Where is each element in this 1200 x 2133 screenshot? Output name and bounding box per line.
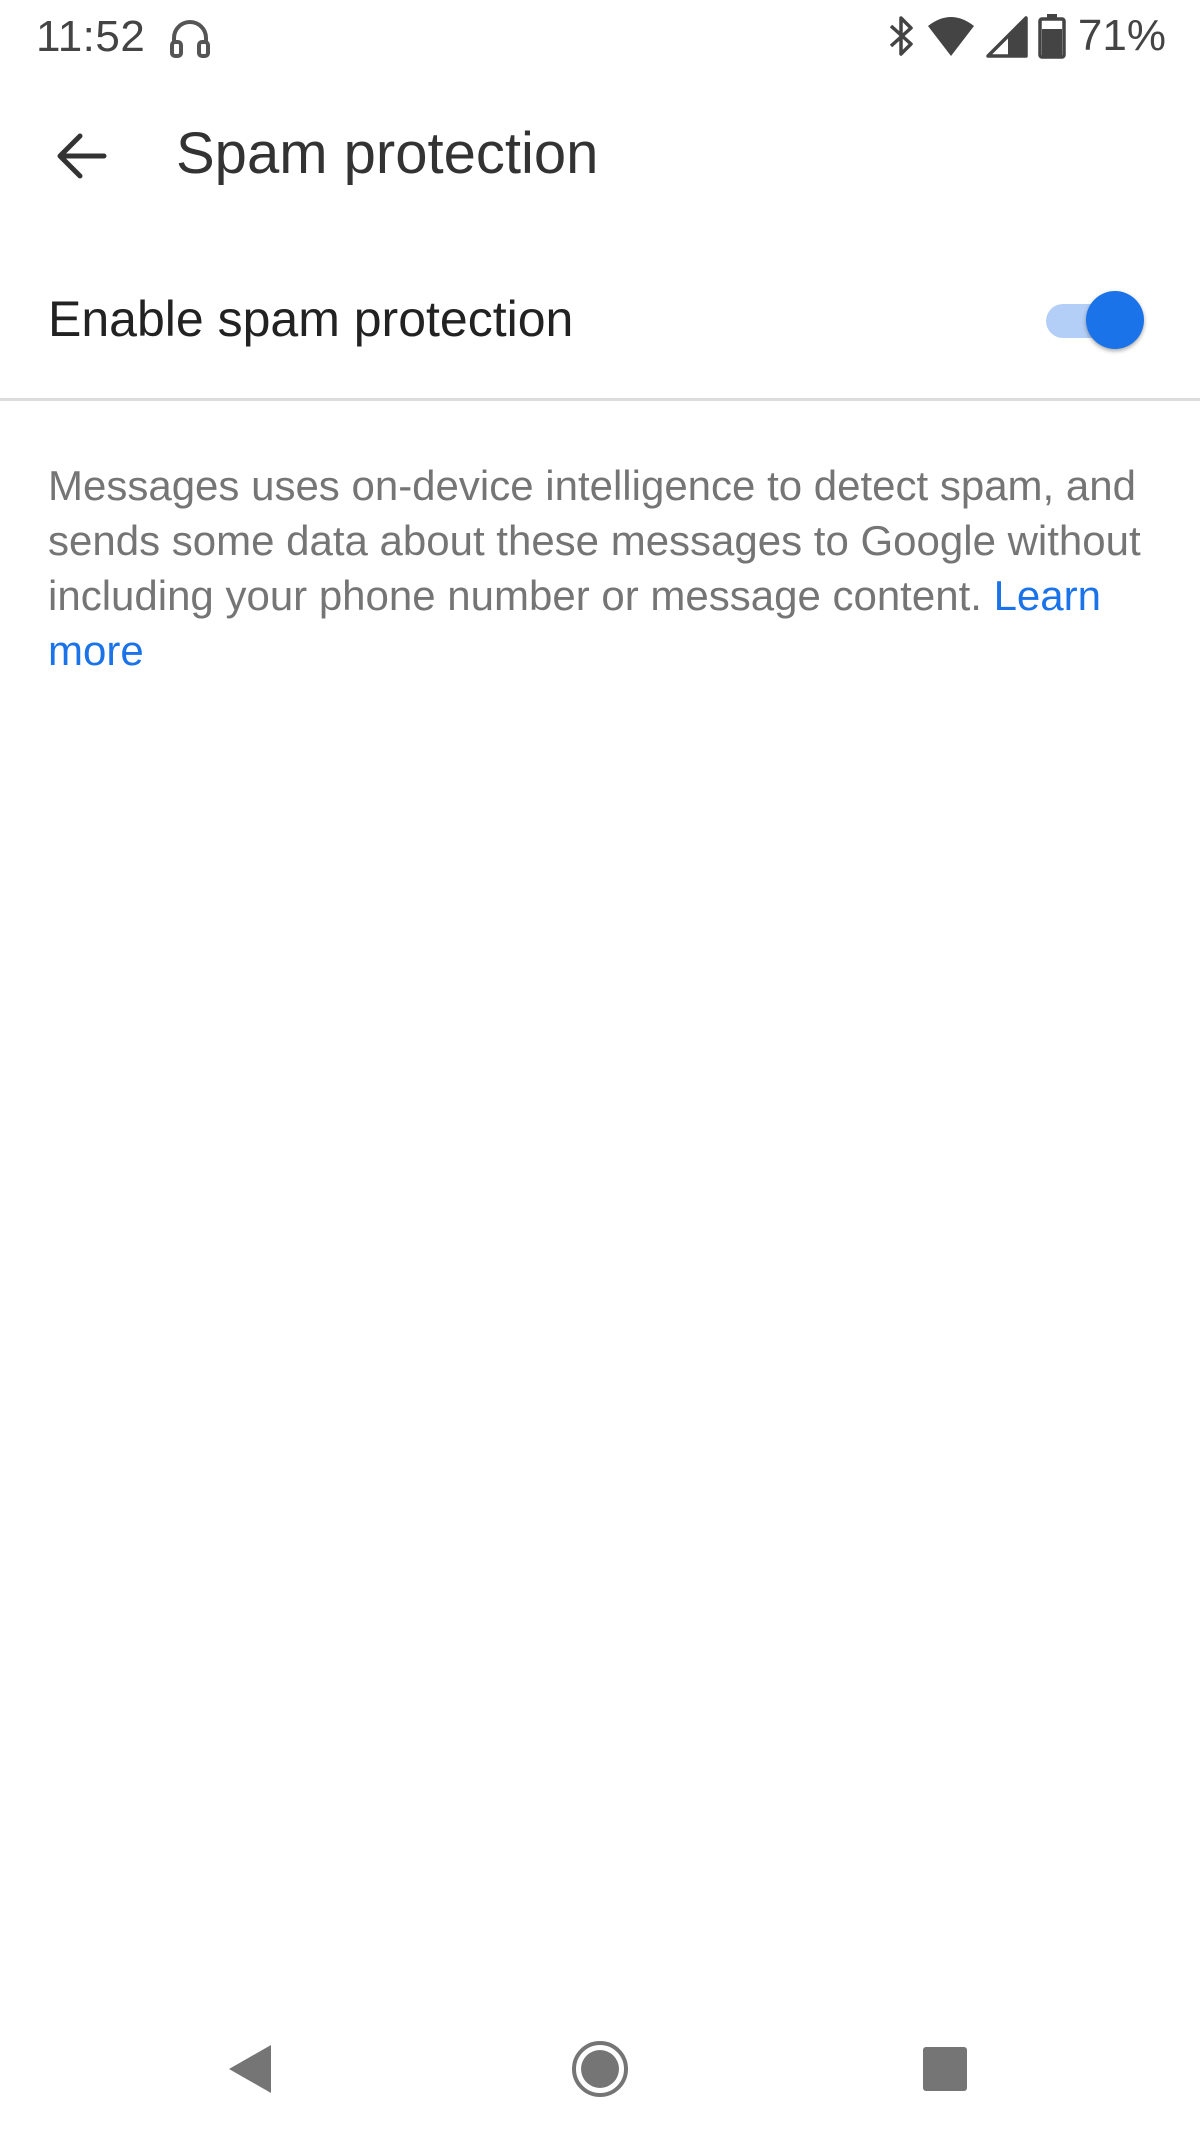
description-text: Messages uses on-device intelligence to … (48, 462, 1141, 619)
spam-protection-screen: 11:52 71% Spam protection Enable spam pr… (0, 0, 1200, 2133)
enable-spam-protection-switch[interactable] (1044, 288, 1144, 352)
nav-home-button[interactable] (545, 2014, 655, 2124)
cell-signal-icon (986, 16, 1028, 58)
nav-home-icon (572, 2041, 628, 2097)
status-icons: 71% (886, 10, 1166, 62)
nav-recents-icon (923, 2047, 967, 2091)
arrow-back-icon (57, 133, 107, 179)
enable-spam-protection-row[interactable]: Enable spam protection (0, 262, 1200, 398)
spam-protection-description: Messages uses on-device intelligence to … (48, 458, 1158, 678)
headset-icon (170, 20, 210, 58)
page-title: Spam protection (176, 121, 599, 186)
battery-icon (1038, 14, 1066, 59)
enable-spam-protection-label: Enable spam protection (48, 291, 574, 347)
divider (0, 398, 1200, 401)
status-bar: 11:52 71% (0, 0, 1200, 72)
bluetooth-icon (889, 16, 913, 56)
app-bar: Spam protection (0, 96, 1200, 208)
nav-recents-button[interactable] (890, 2014, 1000, 2124)
navigation-bar (0, 2006, 1200, 2133)
status-time: 11:52 (36, 12, 146, 61)
switch-thumb (1086, 291, 1144, 349)
back-button[interactable] (42, 116, 122, 196)
nav-back-icon (229, 2045, 271, 2093)
battery-percentage: 71% (1077, 11, 1166, 60)
wifi-icon (927, 17, 974, 56)
nav-back-button[interactable] (196, 2014, 306, 2124)
